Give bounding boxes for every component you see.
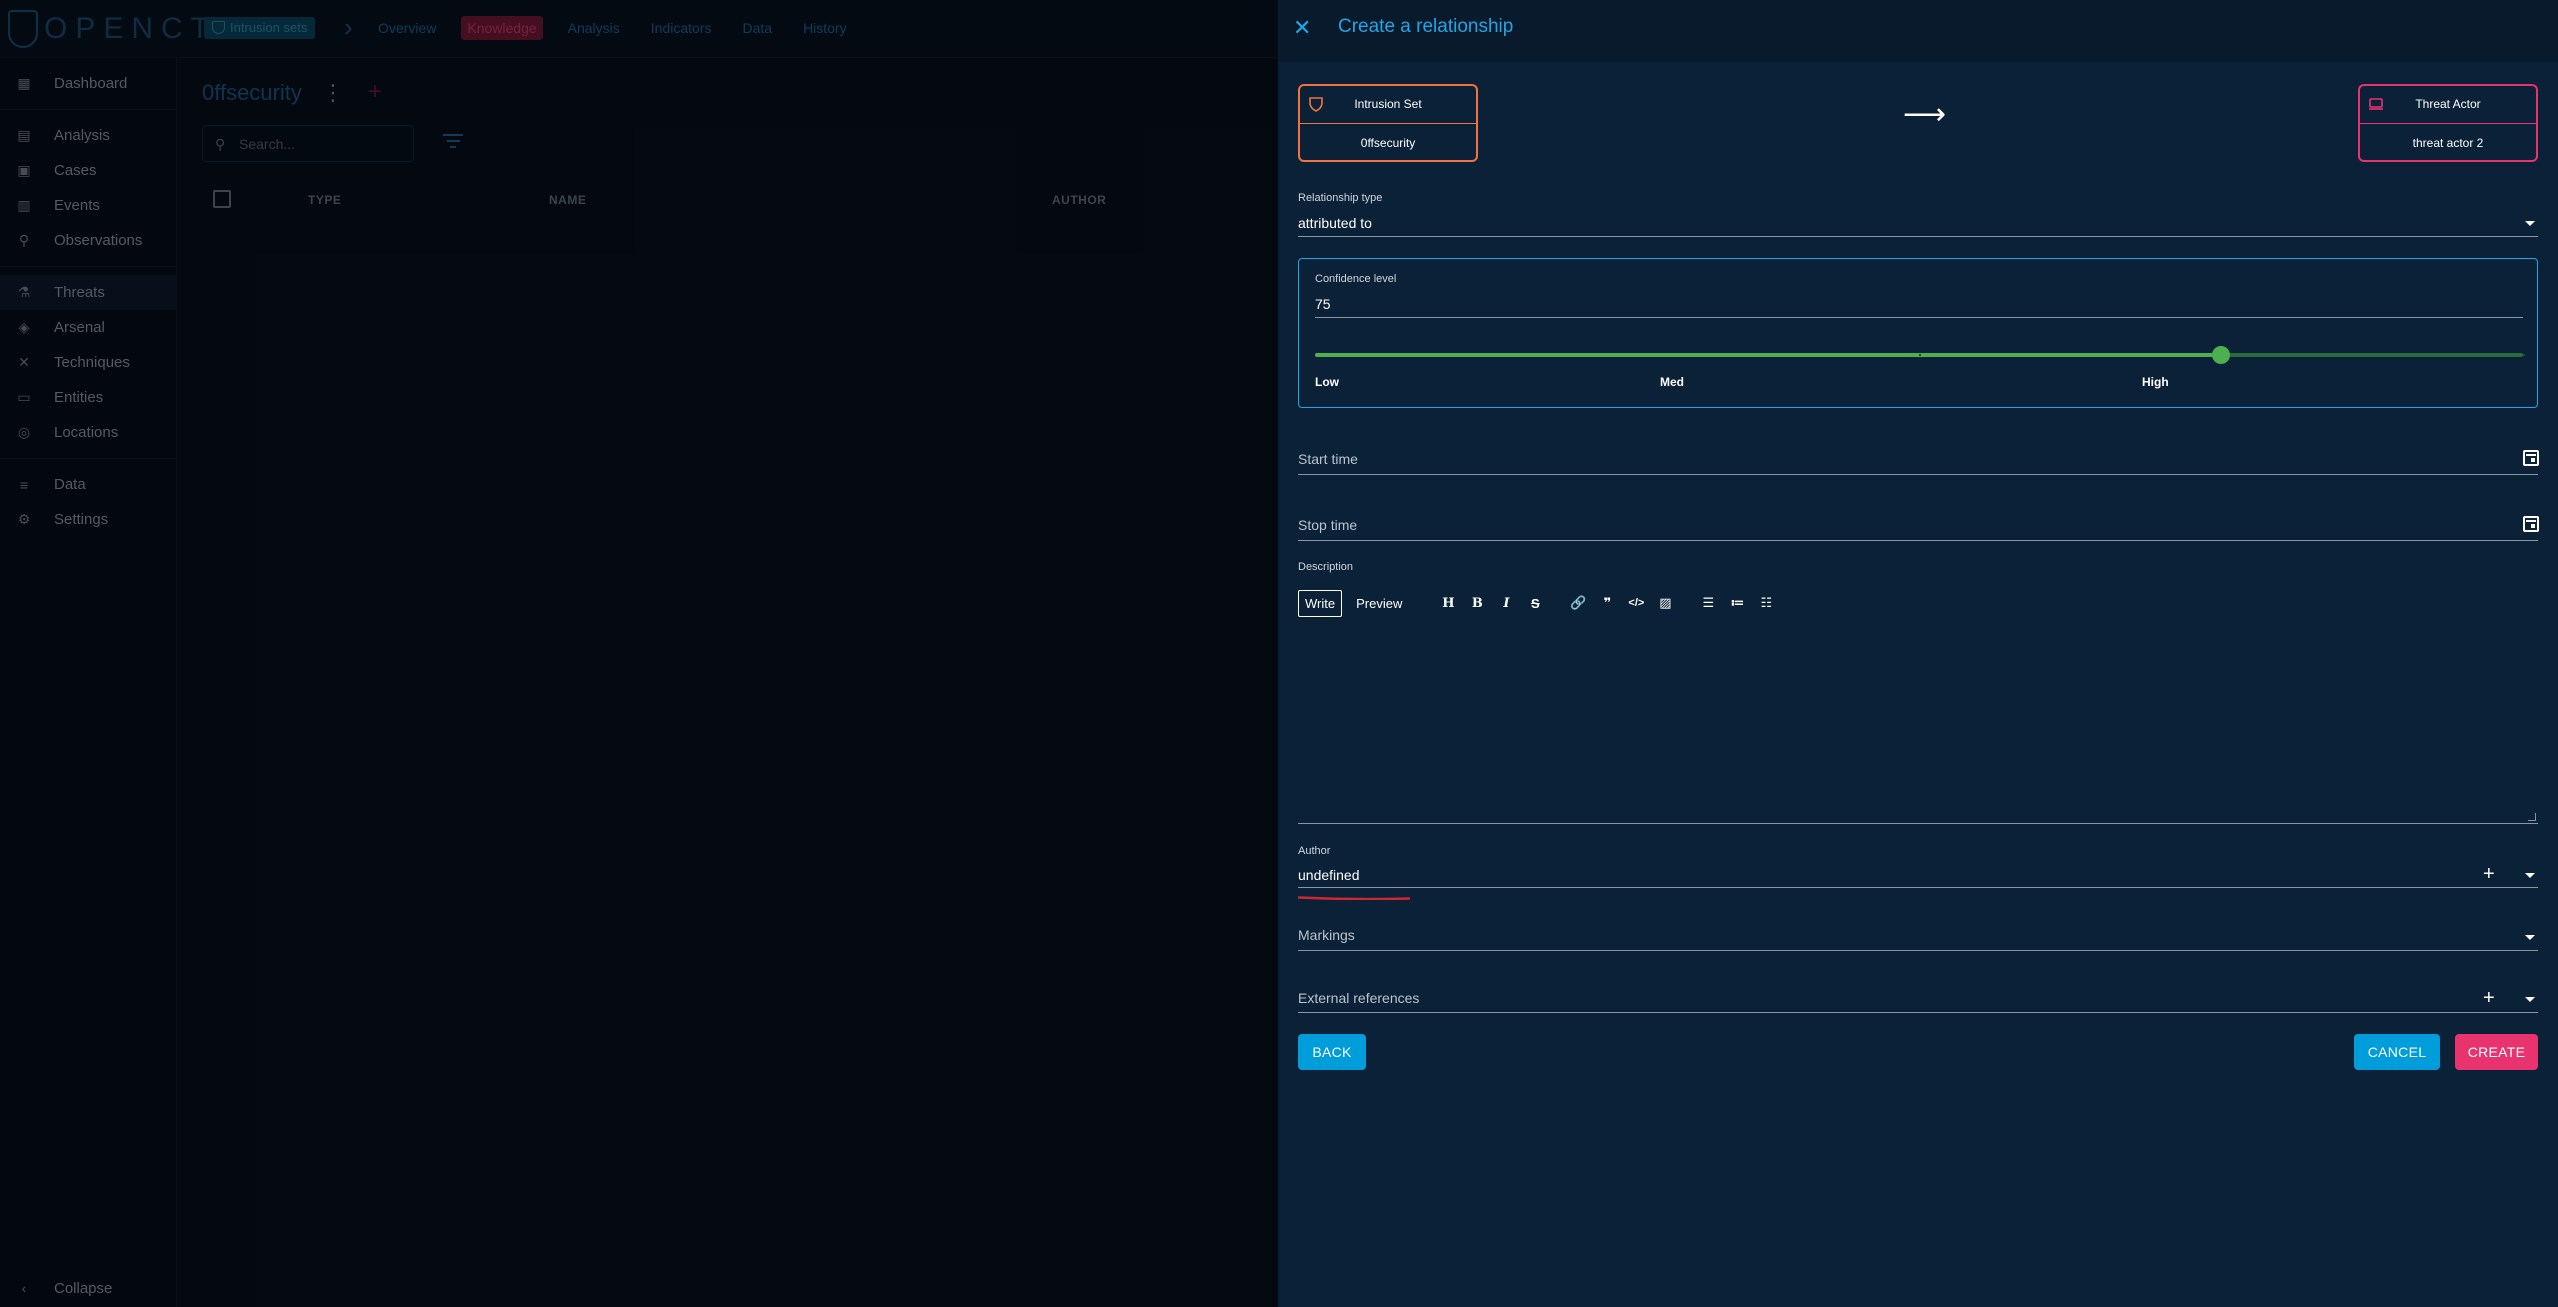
to-entity-name: threat actor 2	[2412, 136, 2484, 150]
add-external-reference-icon[interactable]: +	[2483, 988, 2495, 1008]
confidence-slider-fill	[1315, 353, 2221, 357]
heading-icon[interactable]: H	[1437, 592, 1459, 614]
calendar-icon[interactable]	[2523, 450, 2539, 466]
markings-field[interactable]: Markings	[1298, 927, 1355, 943]
slider-label-med: Med	[1660, 375, 1684, 389]
stop-time-underline	[1298, 540, 2538, 541]
relationship-type-underline	[1298, 236, 2538, 237]
drawer-header: ✕ Create a relationship	[1278, 0, 2558, 62]
markings-caret-icon[interactable]	[2525, 935, 2535, 940]
drawer-backdrop[interactable]	[0, 0, 1278, 1307]
annotation-red-underline	[1298, 896, 1410, 900]
from-entity-header: Intrusion Set	[1300, 86, 1476, 124]
external-references-underline	[1298, 1012, 2538, 1013]
external-references-field[interactable]: External references	[1298, 990, 1419, 1006]
resize-handle-icon[interactable]	[2528, 813, 2536, 821]
confidence-level-underline	[1315, 317, 2523, 318]
calendar-icon[interactable]	[2523, 516, 2539, 532]
close-icon[interactable]: ✕	[1293, 14, 1311, 42]
link-icon[interactable]: 🔗	[1567, 592, 1589, 614]
to-entity-type: Threat Actor	[2415, 97, 2481, 111]
author-select[interactable]: undefined	[1298, 867, 1360, 883]
italic-icon[interactable]: I	[1495, 592, 1517, 614]
back-button[interactable]: BACK	[1298, 1034, 1366, 1070]
ordered-list-icon[interactable]: ≔	[1726, 592, 1748, 614]
cancel-button[interactable]: CANCEL	[2354, 1034, 2440, 1070]
image-icon[interactable]: ▨	[1654, 592, 1676, 614]
from-entity-name: 0ffsecurity	[1360, 136, 1416, 150]
drawer-title: Create a relationship	[1338, 16, 1514, 37]
arrow-right-icon: ⟶	[1903, 98, 1947, 131]
external-references-caret-icon[interactable]	[2525, 997, 2535, 1002]
to-entity-header: Threat Actor	[2360, 86, 2536, 124]
quote-icon[interactable]: ❞	[1596, 592, 1618, 614]
from-entity-type: Intrusion Set	[1354, 97, 1422, 111]
start-time-underline	[1298, 474, 2538, 475]
slider-label-low: Low	[1315, 375, 1339, 389]
create-relationship-drawer: ✕ Create a relationship Intrusion Set 0f…	[1278, 0, 2558, 1307]
to-entity-card[interactable]: Threat Actor threat actor 2	[2358, 84, 2538, 162]
confidence-level-label: Confidence level	[1315, 273, 1397, 285]
code-icon[interactable]: </>	[1625, 592, 1647, 614]
checklist-icon[interactable]: ☷	[1755, 592, 1777, 614]
confidence-slider-thumb[interactable]	[2212, 346, 2230, 364]
tab-write[interactable]: Write	[1298, 589, 1343, 617]
start-time-field[interactable]: Start time	[1298, 451, 1358, 467]
slider-mark-high	[2523, 354, 2525, 356]
unordered-list-icon[interactable]: ☰	[1697, 592, 1719, 614]
markings-underline	[1298, 950, 2538, 951]
author-underline	[1298, 887, 2538, 888]
confidence-level-input[interactable]: 75	[1315, 296, 1331, 312]
slider-label-high: High	[2142, 375, 2169, 389]
relationship-type-label: Relationship type	[1298, 192, 1383, 204]
description-textarea[interactable]	[1298, 628, 2538, 824]
tab-preview[interactable]: Preview	[1350, 591, 1408, 616]
from-entity-card[interactable]: Intrusion Set 0ffsecurity	[1298, 84, 1478, 162]
add-author-icon[interactable]: +	[2483, 864, 2495, 884]
stop-time-field[interactable]: Stop time	[1298, 517, 1357, 533]
markdown-toolbar: Write Preview H B I S 🔗 ❞ </> ▨ ☰ ≔ ☷	[1298, 588, 1777, 618]
create-button[interactable]: CREATE	[2455, 1034, 2538, 1070]
slider-mark-med	[1919, 354, 1921, 356]
author-caret-icon[interactable]	[2525, 873, 2535, 878]
author-label: Author	[1298, 845, 1331, 857]
relationship-type-select[interactable]: attributed to	[1298, 215, 1372, 231]
strikethrough-icon[interactable]: S	[1524, 592, 1546, 614]
description-label: Description	[1298, 561, 1354, 573]
confidence-slider[interactable]	[1315, 346, 2525, 364]
confidence-level-box: Confidence level 75 Low Med High	[1298, 258, 2538, 408]
bold-icon[interactable]: B	[1466, 592, 1488, 614]
relationship-type-caret-icon[interactable]	[2525, 221, 2535, 226]
